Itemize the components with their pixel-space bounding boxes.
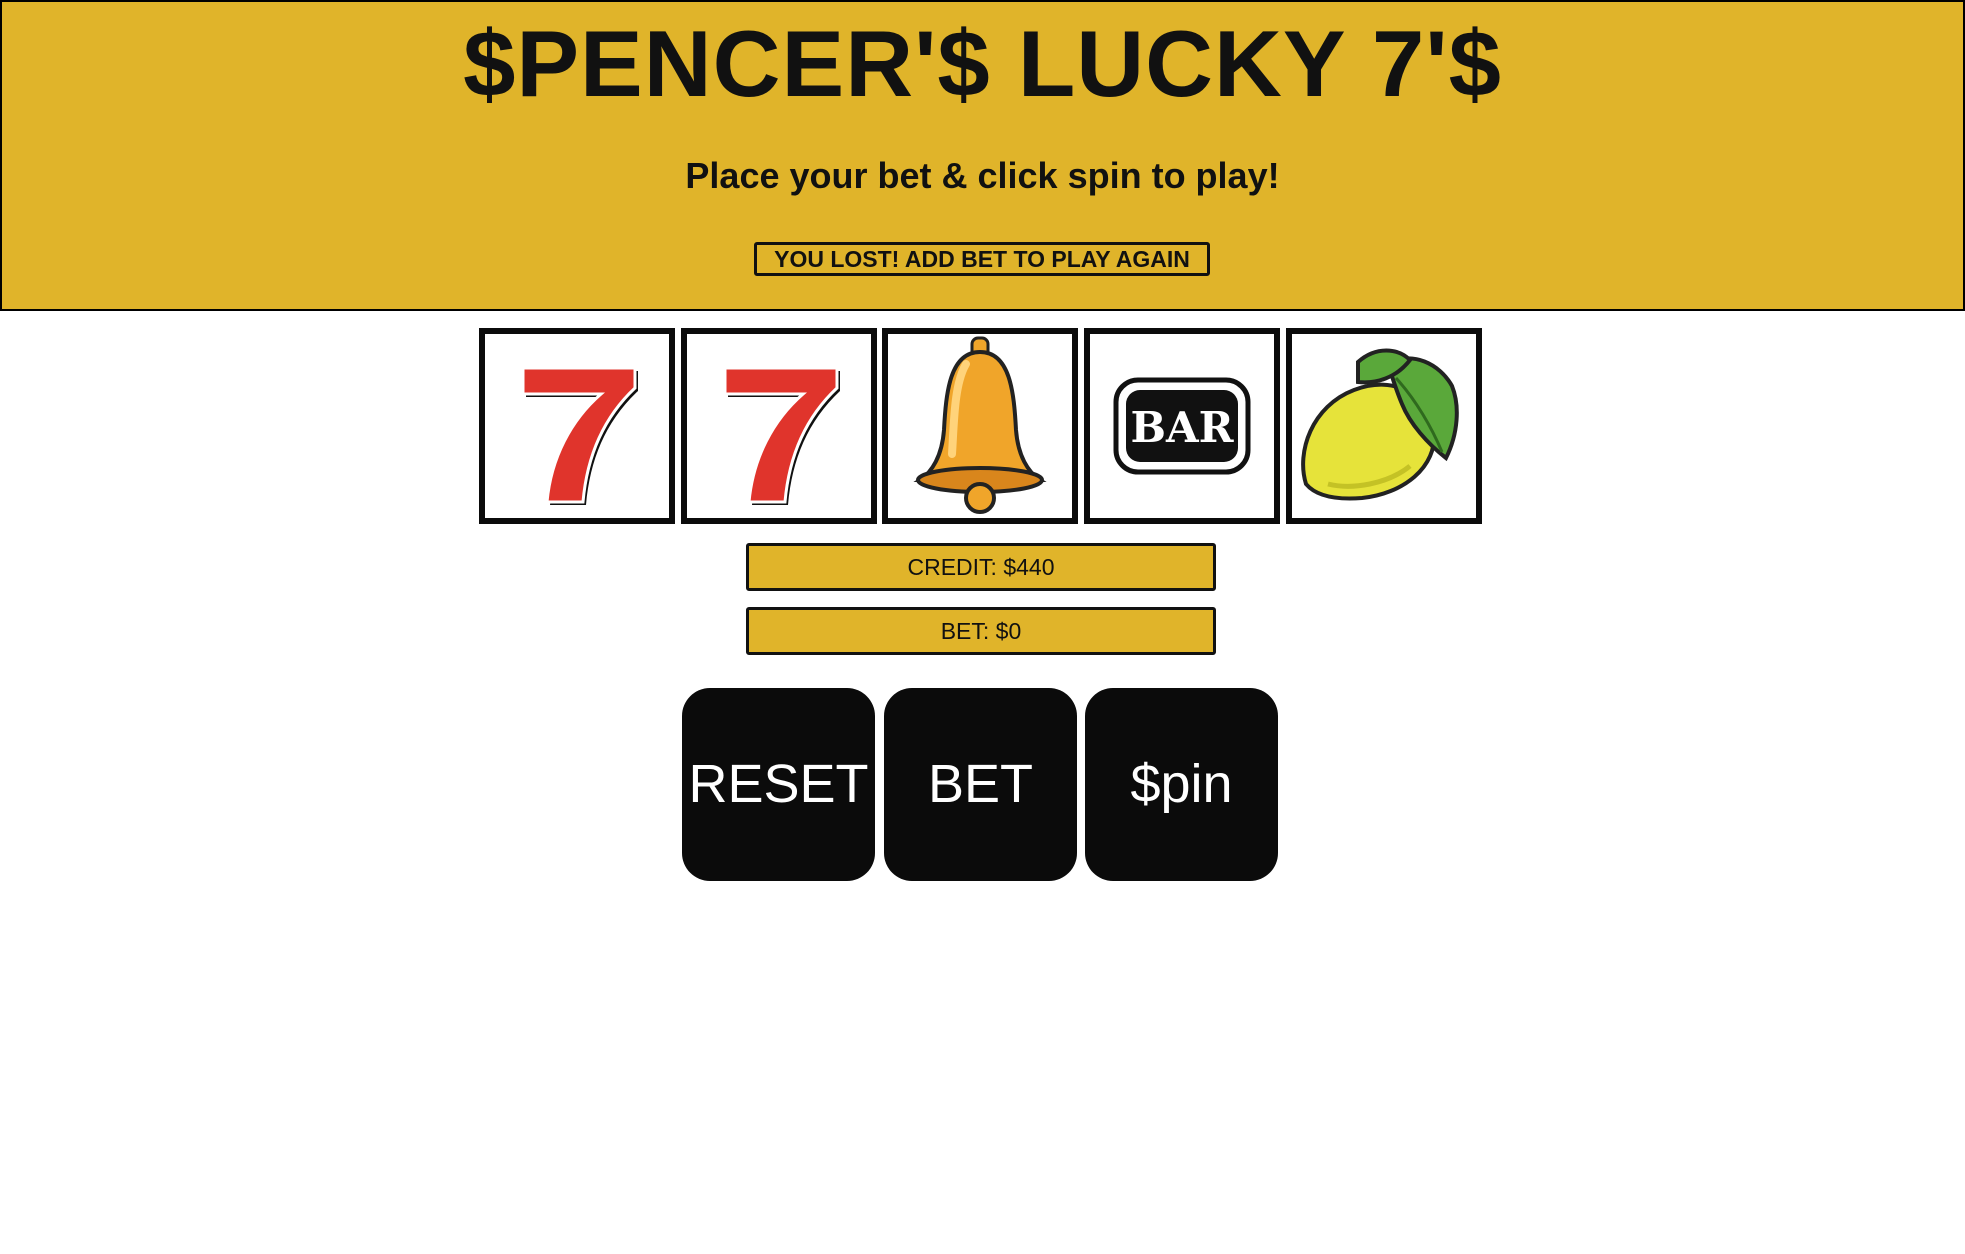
reel-1: [479, 328, 675, 524]
bet-display: BET: $0: [746, 607, 1216, 655]
reel-3: [882, 328, 1078, 524]
reel-4: BAR: [1084, 328, 1280, 524]
bet-button[interactable]: BET: [884, 688, 1077, 881]
seven-icon: [723, 366, 840, 505]
credit-display: CREDIT: $440: [746, 543, 1216, 591]
spin-button[interactable]: $pin: [1085, 688, 1278, 881]
lemon-icon: [1301, 348, 1459, 501]
instructions-text: Place your bet & click spin to play!: [685, 155, 1280, 196]
seven-icon: [521, 366, 638, 505]
bell-icon: [913, 336, 1047, 514]
status-message: YOU LOST! ADD BET TO PLAY AGAIN: [754, 242, 1210, 276]
reel-5: [1286, 328, 1482, 524]
reset-button[interactable]: RESET: [682, 688, 875, 881]
bar-label: BAR: [1131, 403, 1235, 452]
bar-icon: BAR: [1113, 377, 1251, 475]
game-title: $PENCER'$ LUCKY 7'$: [463, 11, 1502, 116]
game-header: $PENCER'$ LUCKY 7'$ Place your bet & cli…: [0, 0, 1965, 311]
reel-2: [681, 328, 877, 524]
